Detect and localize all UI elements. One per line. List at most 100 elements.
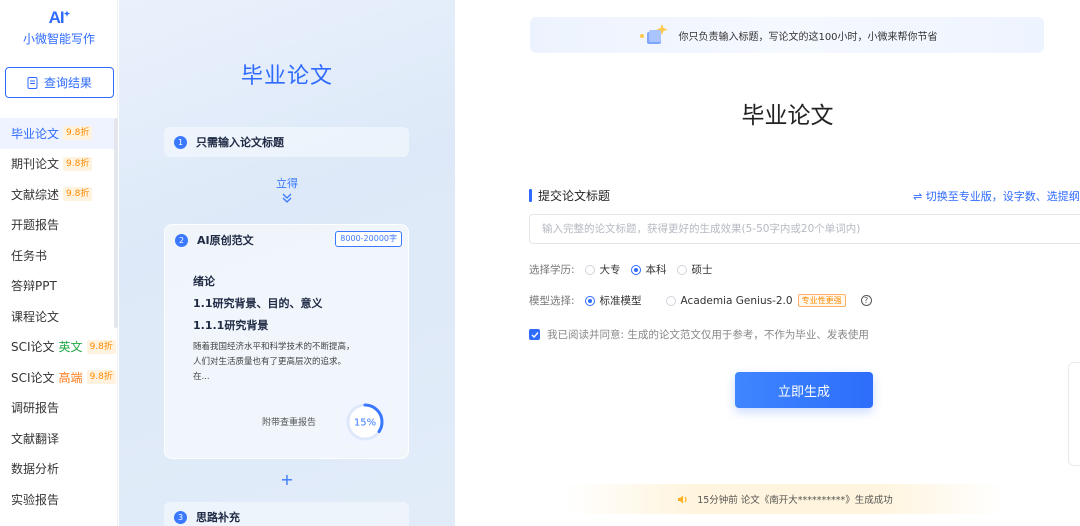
- sidebar: AI✦ 小微智能写作 查询结果 毕业论文 9.8折 期刊论文 9.8折 文献综述 9.8折…: [0, 0, 118, 526]
- page-title: 毕业论文: [741, 103, 834, 129]
- title-input[interactable]: [529, 214, 1080, 244]
- sidebar-item[interactable]: 期刊论文 9.8折: [0, 149, 118, 180]
- arrow-text: 立得: [276, 177, 298, 190]
- sidebar-item[interactable]: SCI论文 高端 9.8折: [0, 362, 118, 393]
- step-label: 思路补充: [196, 511, 240, 524]
- ai-logo-icon: AI✦: [48, 8, 71, 27]
- sidebar-item-label: 数据分析: [11, 462, 60, 477]
- step-label: 只需输入论文标题: [196, 136, 284, 149]
- sidebar-item[interactable]: 实验报告: [0, 484, 118, 515]
- sample-body-line: 随着我国经济水平和科学技术的不断提高，: [193, 342, 355, 352]
- radio-option[interactable]: 本科: [630, 262, 667, 277]
- sidebar-item-label: 答辩PPT: [11, 279, 57, 294]
- radio-dot-icon: [584, 264, 595, 275]
- side-float-panel[interactable]: [1068, 362, 1080, 466]
- sidebar-item-keyword: 高端: [58, 370, 83, 385]
- section-label: 提交论文标题: [529, 187, 610, 204]
- brand-name: 小微智能写作: [22, 32, 95, 46]
- similarity-text: 15%: [354, 418, 376, 429]
- step-number: 1: [174, 135, 187, 149]
- radio-option[interactable]: 大专: [584, 262, 621, 277]
- discount-badge: 9.8折: [63, 156, 93, 171]
- model-label: 模型选择:: [529, 295, 575, 307]
- sidebar-item[interactable]: 文献翻译: [0, 423, 118, 454]
- sidebar-item-label: 文献综述: [11, 187, 60, 202]
- radio-label: Academia Genius-2.0: [680, 294, 793, 307]
- promo-title: 毕业论文: [240, 64, 333, 89]
- sidebar-item[interactable]: SCI论文 英文 9.8折: [0, 332, 118, 363]
- sample-heading-3: 1.1.1研究背景: [193, 319, 269, 332]
- step-2-bar: 2 AI原创范文 8000-20000字: [165, 225, 410, 255]
- sample-heading-1: 绪论: [193, 275, 215, 288]
- radio-option[interactable]: Academia Genius-2.0 专业性更强: [665, 294, 846, 307]
- radio-dot-icon: [630, 264, 641, 275]
- sidebar-item-label: 开题报告: [11, 218, 60, 233]
- degree-row: 选择学历: 大专 本科 硕士: [529, 262, 723, 277]
- banner-text: 你只负责输入标题，写论文的这100小时，小微来帮你节省: [678, 31, 938, 43]
- step-1-bar: 1 只需输入论文标题: [164, 127, 409, 157]
- main-panel: 你只负责输入标题，写论文的这100小时，小微来帮你节省 毕业论文 提交论文标题 …: [455, 0, 1080, 526]
- radio-label: 硕士: [691, 264, 713, 276]
- plus-icon: +: [280, 470, 294, 489]
- top-banner: 你只负责输入标题，写论文的这100小时，小微来帮你节省: [530, 17, 1044, 53]
- degree-label: 选择学历:: [529, 264, 575, 276]
- sample-card: 2 AI原创范文 8000-20000字 绪论 1.1研究背景、目的、意义 1.…: [164, 224, 409, 459]
- sidebar-item[interactable]: 开题报告: [0, 210, 118, 241]
- discount-badge: 9.8折: [63, 126, 93, 141]
- generate-button[interactable]: 立即生成: [735, 372, 873, 408]
- model-row: 模型选择: 标准模型 Academia Genius-2.0 专业性更强 ?: [529, 293, 872, 308]
- sidebar-item[interactable]: 课程论文: [0, 301, 118, 332]
- radio-label: 大专: [599, 264, 621, 276]
- sample-body: 随着我国经济水平和科学技术的不断提高， 人们对生活质量也有了更高层次的追求。 在…: [193, 340, 393, 385]
- sidebar-item-label: 毕业论文: [11, 126, 60, 141]
- sidebar-item-label: 任务书: [11, 248, 48, 263]
- switch-pro-link[interactable]: ⇌ 切换至专业版，设字数、选提纲: [913, 188, 1080, 204]
- sidebar-item[interactable]: 任务书: [0, 240, 118, 271]
- word-range-tag: 8000-20000字: [335, 231, 402, 247]
- notice-text: 15分钟前 论文《南开大**********》生成成功: [697, 495, 893, 506]
- sidebar-item-label: 文献翻译: [11, 431, 60, 446]
- sidebar-scrollbar[interactable]: [114, 118, 118, 328]
- query-results-button[interactable]: 查询结果: [5, 67, 114, 98]
- step-number: 3: [174, 510, 187, 524]
- query-results-label: 查询结果: [43, 76, 92, 90]
- sidebar-item-label: 课程论文: [11, 309, 60, 324]
- check-icon: [531, 331, 539, 338]
- double-chevron-down-icon: [119, 192, 455, 207]
- agree-checkbox[interactable]: [529, 329, 540, 340]
- sidebar-item-label: 调研报告: [11, 401, 60, 416]
- radio-option[interactable]: 标准模型: [584, 293, 642, 308]
- sidebar-item-label: SCI论文: [11, 370, 55, 385]
- step-3-bar: 3 思路补充: [164, 502, 409, 526]
- document-icon: [27, 76, 38, 89]
- sample-heading-2: 1.1研究背景、目的、意义: [193, 297, 323, 310]
- sidebar-item-label: 实验报告: [11, 492, 60, 507]
- sidebar-item-label: 期刊论文: [11, 157, 60, 172]
- agree-text: 我已阅读并同意: 生成的论文范文仅用于参考，不作为毕业、发表使用: [547, 329, 869, 341]
- sidebar-item[interactable]: 毕业论文 9.8折: [0, 118, 118, 149]
- agree-row: 我已阅读并同意: 生成的论文范文仅用于参考，不作为毕业、发表使用: [529, 327, 869, 342]
- help-icon[interactable]: ?: [860, 295, 872, 306]
- step-label: AI原创范文: [197, 234, 254, 247]
- sidebar-item-label: SCI论文: [11, 340, 55, 355]
- recent-notice: 15分钟前 论文《南开大**********》生成成功: [565, 484, 1005, 514]
- report-label: 附带查重报告: [262, 418, 317, 428]
- step-number: 2: [175, 233, 188, 247]
- discount-badge: 9.8折: [86, 339, 116, 354]
- radio-dot-icon: [665, 295, 676, 306]
- sidebar-item[interactable]: 文献综述 9.8折: [0, 179, 118, 210]
- sidebar-nav: 毕业论文 9.8折 期刊论文 9.8折 文献综述 9.8折 开题报告 任务书 答辩PPT 课程论文…: [0, 118, 118, 515]
- discount-badge: 9.8折: [63, 187, 93, 202]
- pro-tag: 专业性更强: [797, 294, 846, 307]
- sample-body-line: 人们对生活质量也有了更高层次的追求。: [193, 357, 347, 367]
- sidebar-item[interactable]: 答辩PPT: [0, 271, 118, 302]
- sidebar-item[interactable]: 数据分析: [0, 454, 118, 485]
- radio-label: 标准模型: [599, 295, 642, 307]
- sparkle-book-icon: [640, 24, 668, 44]
- promo-panel: 毕业论文 1 只需输入论文标题 立得 2 AI原创范文 8000-20000字 …: [119, 0, 455, 526]
- speaker-icon: [678, 495, 687, 503]
- brand-logo[interactable]: AI✦ 小微智能写作: [0, 8, 118, 47]
- sidebar-item[interactable]: 调研报告: [0, 393, 118, 424]
- sidebar-item-keyword: 英文: [58, 340, 83, 355]
- radio-option[interactable]: 硕士: [676, 262, 713, 277]
